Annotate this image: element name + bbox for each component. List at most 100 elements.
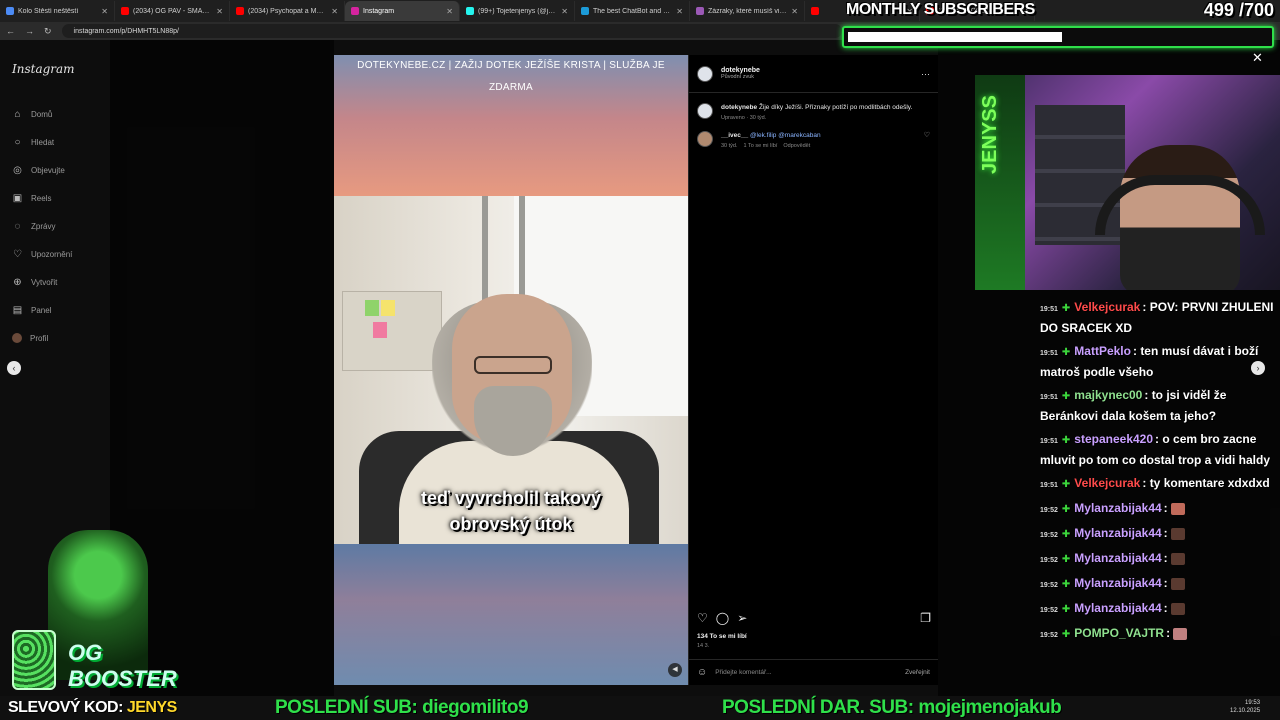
screen: Kolo Štěstí neštěstí ✕ (2034) OG PAV - SMA…: [0, 0, 1280, 720]
subs-progress-track: [842, 26, 1274, 48]
browser-tab[interactable]: (2034) Psychopat a Majsner ✕: [230, 1, 345, 21]
nav-item-label: Panel: [31, 305, 52, 315]
nav-item-label: Profil: [30, 333, 49, 343]
browser-tab[interactable]: Zázraky, které musíš vidět! - ✕: [690, 1, 805, 21]
chat-emote-icon: [1171, 602, 1186, 615]
nav-item-home[interactable]: ⌂ Domů: [12, 100, 72, 128]
discount-code-label: SLEVOVÝ KOD:: [8, 699, 123, 716]
comment-like-heart-icon[interactable]: ♡: [924, 131, 930, 149]
neon-sign: JENYSS: [975, 75, 1025, 290]
post-details-panel: dotekynebe Původní zvuk ··· dotekynebe Ž…: [688, 55, 938, 685]
instagram-logo[interactable]: Instagram: [12, 62, 75, 76]
post-date: 14 3.: [697, 643, 710, 649]
chat-message: 19:51 ✚ Velkejcurak: POV: PRVNI ZHULENI DO…: [1040, 298, 1280, 338]
sub-badge-icon: ✚: [1061, 479, 1071, 490]
chat-username[interactable]: Velkejcurak: [1074, 476, 1140, 490]
chat-username[interactable]: Velkejcurak: [1074, 300, 1140, 314]
emoji-icon[interactable]: ☺: [697, 667, 707, 678]
bookmark-icon[interactable]: ❐: [920, 611, 931, 625]
caption-author[interactable]: dotekynebe: [721, 104, 757, 111]
chat-timestamp: 19:52: [1040, 582, 1058, 589]
commenter-avatar[interactable]: [697, 131, 713, 147]
browser-tab[interactable]: Kolo Štěstí neštěstí ✕: [0, 1, 115, 21]
back-icon[interactable]: ←: [6, 26, 15, 36]
nav-item-create[interactable]: ⊕ Vytvořit: [12, 268, 72, 296]
compass-icon: ◎: [13, 164, 22, 176]
tab-label: Kolo Štěstí neštěstí: [18, 7, 79, 15]
sub-badge-icon: ✚: [1061, 391, 1071, 402]
chat-username[interactable]: Mylanzabijak44: [1074, 526, 1161, 540]
publish-button[interactable]: Zveřejnit: [905, 669, 930, 676]
tab-favicon-icon: [6, 7, 14, 15]
mute-icon[interactable]: ◀: [668, 663, 682, 677]
sub-badge-icon: ✚: [1061, 554, 1071, 565]
tab-close-icon[interactable]: ✕: [331, 7, 338, 16]
tab-close-icon[interactable]: ✕: [676, 7, 683, 16]
chat-username[interactable]: majkynec00: [1074, 388, 1142, 402]
chat-message: 19:52 ✚ Mylanzabijak44:: [1040, 524, 1280, 545]
chat-emote-icon: [1171, 527, 1186, 540]
neon-sign-text: JENYSS: [979, 95, 1001, 174]
discount-code-value: JENYS: [126, 699, 177, 716]
tab-close-icon[interactable]: ✕: [791, 7, 798, 16]
audio-label[interactable]: Původní zvuk: [721, 74, 760, 80]
tab-close-icon[interactable]: ✕: [561, 7, 568, 16]
stream-bottom-bar: SLEVOVÝ KOD: JENYS POSLEDNÍ SUB: diegomi…: [0, 696, 1280, 720]
add-comment-input[interactable]: Přidejte komentář...: [715, 669, 897, 676]
address-bar[interactable]: instagram.com/p/DHMHT5LN88p/: [61, 24, 842, 38]
discount-code: SLEVOVÝ KOD: JENYS: [8, 696, 177, 720]
browser-tab[interactable]: Instagram ✕: [345, 1, 460, 21]
comment-mentions[interactable]: @lek.filip @marekcaban: [750, 132, 821, 139]
browser-tab[interactable]: (99+) Tojetenjenys (@jenys) ✕: [460, 1, 575, 21]
chat-username[interactable]: stepaneek420: [1074, 432, 1153, 446]
caption-author-avatar[interactable]: [697, 103, 713, 119]
chat-username[interactable]: Mylanzabijak44: [1074, 551, 1161, 565]
browser-tab[interactable]: The best ChatBot and Widge ✕: [575, 1, 690, 21]
chat-timestamp: 19:51: [1040, 394, 1058, 401]
subs-goal-count: 499 /700: [1204, 0, 1274, 21]
comment-icon[interactable]: ◯: [716, 611, 729, 625]
chat-username[interactable]: MattPeklo: [1074, 344, 1131, 358]
tab-close-icon[interactable]: ✕: [216, 7, 223, 16]
system-clock[interactable]: 19:53 12.10.2025: [1230, 699, 1260, 715]
close-icon[interactable]: ✕: [1252, 50, 1263, 66]
instagram-nav: ⌂ Domů ○ Hledat ◎ Objevujte ▣ Reels ◌ Zprávy ♡ Upoz…: [12, 100, 72, 352]
tab-close-icon[interactable]: ✕: [101, 7, 108, 16]
chat-emote-icon: [1171, 552, 1186, 565]
browser-tab[interactable]: (2034) OG PAV - SMARTFELL ✕: [115, 1, 230, 21]
more-options-icon[interactable]: ···: [921, 69, 930, 79]
post-video[interactable]: DOTEKYNEBE.CZ | ZAŽIJ DOTEK JEŽÍŠE KRIST…: [334, 55, 688, 685]
chat-username[interactable]: Mylanzabijak44: [1074, 601, 1161, 615]
chat-username[interactable]: Mylanzabijak44: [1074, 576, 1161, 590]
author-avatar[interactable]: [697, 65, 713, 82]
chat-username[interactable]: Mylanzabijak44: [1074, 501, 1161, 515]
reload-icon[interactable]: ↻: [44, 26, 52, 37]
comment-reply-button[interactable]: Odpovědět: [783, 143, 810, 149]
chat-text: :: [1166, 626, 1171, 640]
forward-icon[interactable]: →: [25, 26, 34, 36]
comment-likes[interactable]: 1 To se mi líbí: [744, 143, 778, 149]
chat-text: :: [1163, 501, 1168, 515]
create-icon: ⊕: [13, 276, 22, 288]
tab-close-icon[interactable]: ✕: [446, 7, 453, 16]
like-count[interactable]: 134 To se mi líbí: [697, 633, 747, 640]
like-heart-icon[interactable]: ♡: [697, 611, 708, 625]
prev-post-arrow-icon[interactable]: ‹: [7, 361, 21, 375]
share-send-icon[interactable]: ➢: [737, 611, 747, 625]
sticky-note: [365, 300, 379, 316]
nav-item-messenger[interactable]: ◌ Zprávy: [12, 212, 72, 240]
nav-item-dashboard[interactable]: ▤ Panel: [12, 296, 72, 324]
caption-meta: Upraveno · 30 týd.: [721, 115, 767, 121]
author-username[interactable]: dotekynebe: [721, 67, 760, 74]
add-comment-bar: ☺ Přidejte komentář... Zveřejnit: [689, 659, 938, 685]
nav-item-avatar[interactable]: Profil: [12, 324, 72, 352]
chat-timestamp: 19:51: [1040, 438, 1058, 445]
nav-item-compass[interactable]: ◎ Objevujte: [12, 156, 72, 184]
chat-timestamp: 19:52: [1040, 607, 1058, 614]
nav-item-reels[interactable]: ▣ Reels: [12, 184, 72, 212]
nav-item-heart[interactable]: ♡ Upozornění: [12, 240, 72, 268]
comment-author[interactable]: __ivec__: [721, 132, 748, 139]
subs-progress-fill: [848, 32, 1062, 42]
nav-item-search[interactable]: ○ Hledat: [12, 128, 72, 156]
chat-username[interactable]: POMPO_VAJTR: [1074, 626, 1164, 640]
